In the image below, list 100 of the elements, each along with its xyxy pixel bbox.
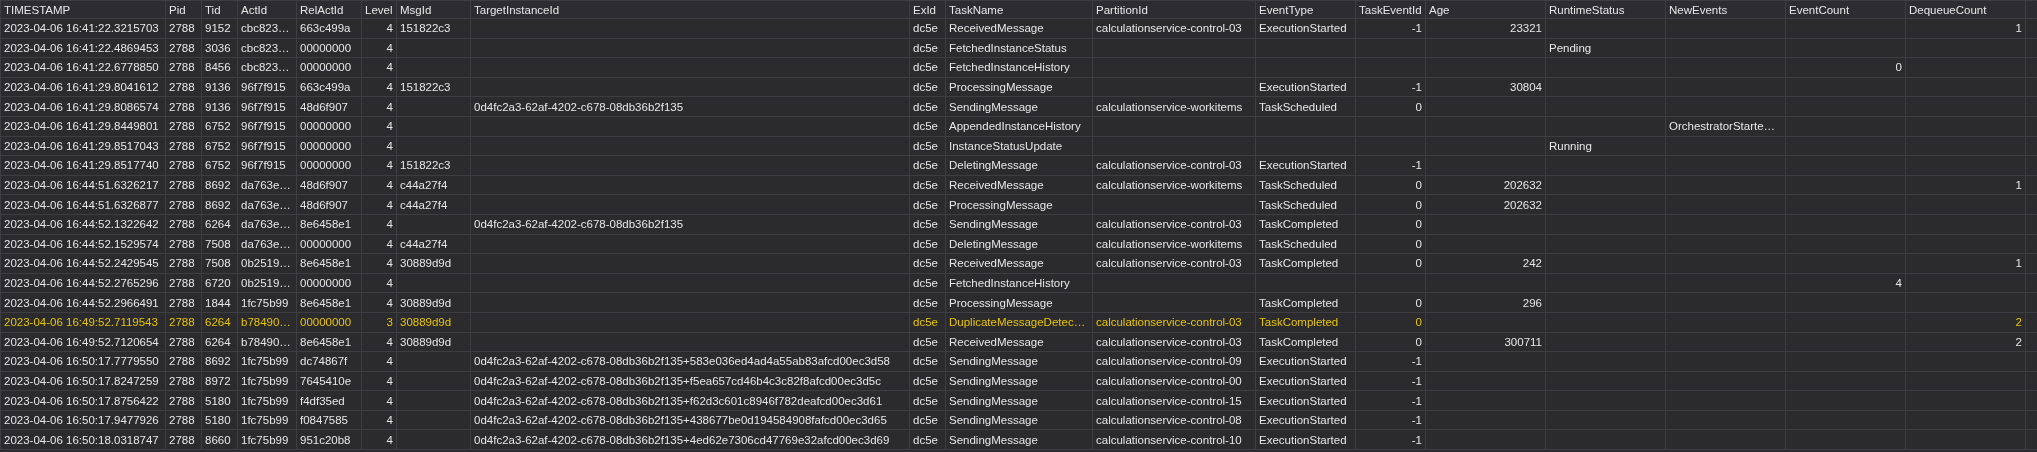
column-header[interactable]: Age — [1425, 0, 1546, 19]
column-header[interactable]: PartitionId — [1092, 0, 1256, 19]
table-cell-text: 4 — [386, 198, 393, 211]
table-cell-text: 0 — [1415, 335, 1422, 348]
column-header[interactable]: MsgId — [396, 0, 471, 19]
table-cell-text: 2023-04-06 16:50:17.8247259 — [4, 375, 159, 387]
table-cell-text: da763e… — [241, 237, 291, 250]
table-cell-text: 1 — [2015, 257, 2022, 270]
table-cell-text: 2788 — [169, 296, 195, 309]
table-cell-text: 2788 — [169, 100, 195, 113]
column-header[interactable]: EventCount — [1785, 0, 1906, 19]
table-cell-text: DeletingMessage — [949, 237, 1038, 250]
table-cell-text: da763e… — [241, 179, 291, 192]
table-cell-text: 6720 — [205, 277, 231, 289]
table-cell-text: InstanceStatusUpdate — [949, 139, 1063, 152]
table-cell-text: dc5e — [913, 335, 938, 348]
table-cell-text: 2788 — [169, 41, 195, 54]
table-cell-text: 2788 — [169, 81, 195, 94]
table-cell-text: TaskScheduled — [1259, 198, 1337, 211]
table-cell-text: 242 — [1522, 257, 1542, 270]
table-cell-text: SendingMessage — [949, 414, 1038, 427]
table-cell-text: ExecutionStarted — [1259, 375, 1347, 387]
table-cell-text: 96f7f915 — [241, 81, 286, 94]
table-cell-text: ReceivedMessage — [949, 22, 1044, 35]
table-cell-text: 2023-04-06 16:50:17.8756422 — [4, 394, 159, 407]
table-cell-text: 0 — [1895, 61, 1902, 74]
table-cell-text: 202632 — [1503, 179, 1542, 192]
column-header[interactable]: EventType — [1255, 0, 1356, 19]
table-cell-text: 1fc75b99 — [241, 414, 289, 427]
table-cell-text: 2023-04-06 16:44:52.1529574 — [4, 237, 159, 250]
table-cell-text: 1 — [2015, 179, 2022, 192]
column-header[interactable]: NewEvents — [1665, 0, 1786, 19]
table-cell-text: 2788 — [169, 433, 195, 446]
table-cell-text: SendingMessage — [949, 394, 1038, 407]
table-cell-text: 1fc75b99 — [241, 355, 289, 368]
table-cell-text: 1 — [2015, 22, 2022, 35]
table-cell-text: dc5e — [913, 41, 938, 54]
table-cell-text: -1 — [1411, 394, 1422, 407]
table-cell-text: dc5e — [913, 316, 938, 329]
table-cell-text: 2 — [2015, 335, 2022, 348]
table-cell-text: 1fc75b99 — [241, 394, 289, 407]
table-cell-text: TaskCompleted — [1259, 296, 1339, 309]
table-cell-text: 5180 — [205, 394, 231, 407]
table-cell-text: cbc823… — [241, 41, 290, 54]
column-header[interactable]: Pid — [165, 0, 202, 19]
table-cell-text: 4 — [386, 100, 393, 113]
table-cell-text: calculationservice-control-08 — [1096, 414, 1242, 427]
column-header[interactable]: TIMESTAMP — [0, 0, 166, 19]
table-cell-text: 6752 — [205, 139, 231, 152]
table-cell-text: dc74867f — [300, 355, 348, 368]
table-cell-text: 8692 — [205, 355, 231, 368]
column-header[interactable]: Level — [361, 0, 397, 19]
table-cell-text: 2023-04-06 16:41:22.4869453 — [4, 41, 159, 54]
table-cell-text: 4 — [386, 277, 393, 289]
table-cell-text: da763e… — [241, 218, 291, 231]
table-cell-text: ExecutionStarted — [1259, 394, 1347, 407]
table-cell-text: 2788 — [169, 316, 195, 329]
table-cell-text: dc5e — [913, 159, 938, 172]
table-cell-text: SendingMessage — [949, 100, 1038, 113]
table-cell-text: 96f7f915 — [241, 159, 286, 172]
table-cell-text: 0 — [1415, 296, 1422, 309]
table-cell-text: 2788 — [169, 198, 195, 211]
table-cell-text: 2023-04-06 16:41:29.8517740 — [4, 159, 159, 172]
column-header[interactable]: RelActId — [296, 0, 362, 19]
table-cell-text: 4 — [386, 41, 393, 54]
table-cell-text: 30889d9d — [400, 257, 452, 270]
column-header[interactable]: RuntimeStatus — [1545, 0, 1666, 19]
table-cell-text: calculationservice-control-03 — [1096, 257, 1242, 270]
table-cell-text: calculationservice-workitems — [1096, 100, 1243, 113]
column-header[interactable]: ExId — [909, 0, 946, 19]
table-cell-text: 4 — [386, 22, 393, 35]
table-cell-text: 48d6f907 — [300, 100, 348, 113]
column-header[interactable]: DequeueCount — [1905, 0, 2026, 19]
table-cell-text: dc5e — [913, 218, 938, 231]
table-cell-text: 9136 — [205, 100, 231, 113]
table-cell-text: ProcessingMessage — [949, 81, 1053, 94]
table-cell-text: 2023-04-06 16:44:51.6326877 — [4, 198, 159, 211]
table-cell-text: 8660 — [205, 433, 231, 446]
table-cell-text: 0 — [1415, 179, 1422, 192]
column-header[interactable]: TargetInstanceId — [470, 0, 910, 19]
column-header[interactable]: TaskName — [945, 0, 1093, 19]
column-header[interactable]: TaskEventId — [1355, 0, 1426, 19]
table-cell-text: -1 — [1411, 414, 1422, 427]
table-cell-text: dc5e — [913, 22, 938, 35]
table-cell-text: 30804 — [1510, 81, 1542, 94]
table-cell-text: calculationservice-control-03 — [1096, 218, 1242, 231]
table-cell-text: dc5e — [913, 120, 938, 133]
table-cell-text: cbc823… — [241, 22, 290, 35]
table-cell-text: 4 — [386, 394, 393, 407]
table-cell-text: 4 — [386, 139, 393, 152]
table-cell-text: 8e6458e1 — [300, 257, 352, 270]
table-cell-text: 2788 — [169, 355, 195, 368]
column-header[interactable]: Tid — [201, 0, 238, 19]
table-cell-text: 0 — [1415, 237, 1422, 250]
table-cell-text: 4 — [386, 414, 393, 427]
table-cell-text: 4 — [386, 81, 393, 94]
table-cell-text: calculationservice-control-15 — [1096, 394, 1242, 407]
table-cell-text: dc5e — [913, 433, 938, 446]
table-cell-text: AppendedInstanceHistory — [949, 120, 1081, 133]
column-header[interactable]: ActId — [237, 0, 297, 19]
